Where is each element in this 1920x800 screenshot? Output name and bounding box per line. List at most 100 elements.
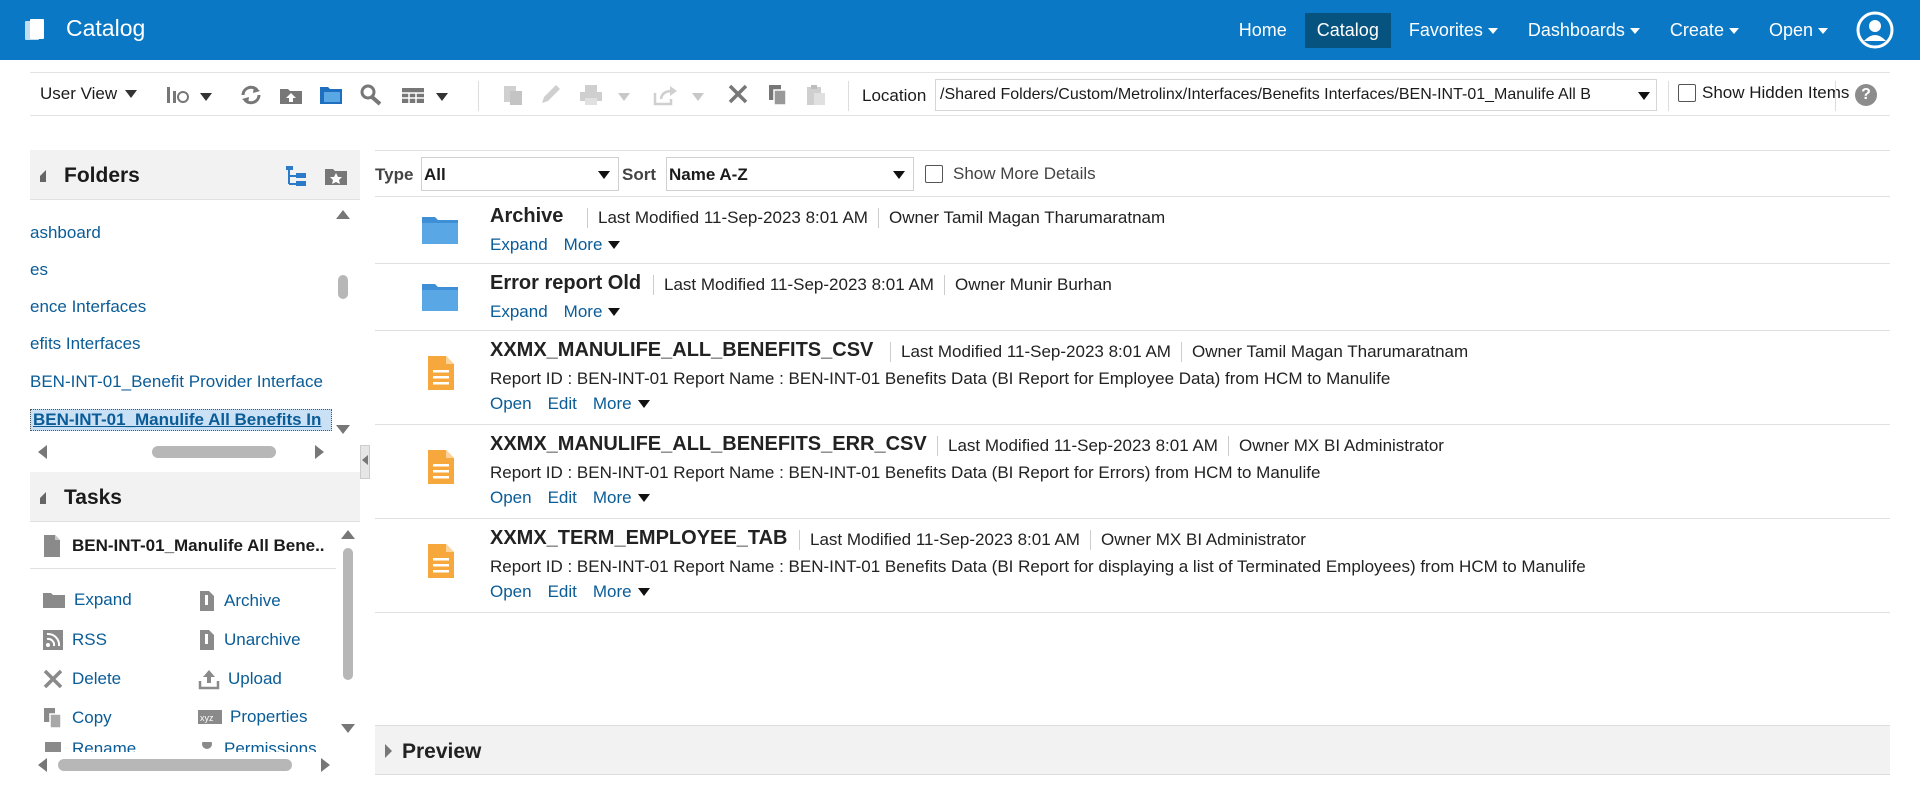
nav-create[interactable]: Create [1658,13,1751,48]
user-view-dropdown[interactable]: User View [40,84,138,104]
scroll-up-arrow-icon[interactable] [336,210,350,219]
chevron-down-icon[interactable] [692,93,704,101]
folders-panel-header[interactable]: Folders [30,150,360,200]
collapse-pane-arrow-icon[interactable] [362,455,368,465]
scroll-right-arrow-icon[interactable] [315,445,324,459]
print-icon[interactable] [578,83,604,107]
tasks-horizontal-scrollbar[interactable] [58,759,292,771]
tasks-vertical-scrollbar[interactable] [341,524,355,744]
catalog-toolbar: User View Location /Shared Folders/Custo… [30,72,1890,116]
more-menu[interactable]: More [564,302,621,322]
nav-open[interactable]: Open [1757,13,1840,48]
tree-item[interactable]: efits Interfaces [30,334,141,354]
item-name[interactable]: XXMX_MANULIFE_ALL_BENEFITS_CSV [490,339,873,362]
tasks-panel-header[interactable]: Tasks [30,472,360,522]
show-more-details-checkbox[interactable] [925,165,943,183]
copy-icon[interactable] [765,83,791,107]
task-copy[interactable]: Copy [42,707,112,729]
search-icon[interactable] [358,83,384,107]
chevron-down-icon [608,241,621,249]
tree-item[interactable]: es [30,260,48,280]
meta-separator [890,342,891,362]
pane-splitter[interactable] [360,445,370,479]
folder-tree-icon[interactable] [284,164,308,188]
toolbar-divider [478,81,479,111]
paste-icon[interactable] [803,83,829,107]
edit-link[interactable]: Edit [548,488,577,508]
expand-link[interactable]: Expand [490,235,548,255]
folder-tree-horizontal-scrollbar[interactable] [152,446,276,458]
task-upload[interactable]: Upload [198,668,282,690]
scrollbar-thumb[interactable] [343,548,353,680]
tree-item[interactable]: ashboard [30,223,101,243]
refresh-icon[interactable] [238,83,264,107]
task-unarchive[interactable]: Unarchive [198,629,301,651]
more-menu[interactable]: More [564,235,621,255]
task-expand[interactable]: Expand [42,590,132,610]
open-link[interactable]: Open [490,582,532,602]
open-link[interactable]: Open [490,488,532,508]
tree-item[interactable]: ence Interfaces [30,297,146,317]
chevron-down-icon[interactable] [200,93,212,101]
delete-x-icon[interactable] [725,83,751,107]
sort-select[interactable]: Name A-Z [666,157,914,191]
task-rename[interactable]: Rename [42,742,136,752]
nav-dashboards[interactable]: Dashboards [1516,13,1652,48]
edit-link[interactable]: Edit [548,394,577,414]
scroll-left-arrow-icon[interactable] [38,445,47,459]
global-nav: Home Catalog Favorites Dashboards Create… [1227,0,1920,60]
more-menu[interactable]: More [593,488,650,508]
task-rss[interactable]: RSS [42,629,107,651]
item-name[interactable]: XXMX_MANULIFE_ALL_BENEFITS_ERR_CSV [490,433,927,456]
edit-pencil-icon[interactable] [538,83,564,107]
item-name[interactable]: Error report Old [490,272,641,295]
chevron-down-icon[interactable] [436,93,448,101]
collapse-triangle-icon[interactable] [40,170,46,182]
folder-up-icon[interactable] [278,83,304,107]
show-hidden-items-checkbox[interactable] [1678,84,1696,102]
item-name[interactable]: Archive [490,205,563,228]
tree-item[interactable]: BEN-INT-01_Benefit Provider Interface [30,372,323,392]
collapse-triangle-icon[interactable] [40,492,46,504]
item-actions: Open Edit More [490,394,650,414]
nav-home[interactable]: Home [1227,13,1299,48]
nav-catalog[interactable]: Catalog [1304,12,1391,48]
scrollbar-thumb[interactable] [338,275,348,299]
type-select[interactable]: All [421,157,619,191]
preview-panel-header[interactable]: Preview [375,725,1890,775]
open-link[interactable]: Open [490,394,532,414]
item-description: Report ID : BEN-INT-01 Report Name : BEN… [490,369,1391,388]
share-export-icon[interactable] [652,83,678,107]
view-options-icon[interactable] [165,83,191,107]
location-path-dropdown[interactable]: /Shared Folders/Custom/Metrolinx/Interfa… [935,79,1657,111]
more-menu[interactable]: More [593,582,650,602]
nav-favorites[interactable]: Favorites [1397,13,1510,48]
scroll-down-arrow-icon[interactable] [336,425,350,434]
chevron-down-icon[interactable] [618,93,630,101]
item-metadata: Last Modified 11-Sep-2023 8:01 AM Owner … [890,342,1468,362]
scroll-right-arrow-icon[interactable] [321,758,330,772]
scroll-up-arrow-icon[interactable] [341,530,355,539]
task-delete[interactable]: Delete [42,668,121,690]
tree-item-selected[interactable]: BEN-INT-01_Manulife All Benefits In [30,409,332,431]
scroll-down-arrow-icon[interactable] [341,724,355,733]
expand-link[interactable]: Expand [490,302,548,322]
more-label: More [592,488,632,507]
show-more-details-toggle[interactable]: Show More Details [925,164,1096,184]
expand-triangle-icon[interactable] [385,744,392,758]
favorite-folder-icon[interactable] [323,164,349,188]
new-folder-icon[interactable] [318,83,344,107]
item-name[interactable]: XXMX_TERM_EMPLOYEE_TAB [490,527,787,550]
user-avatar-icon[interactable] [1856,11,1894,49]
move-icon[interactable] [500,83,526,107]
task-permissions[interactable]: Permissions [198,742,317,752]
folder-tree-vertical-scrollbar[interactable] [336,200,350,440]
more-menu[interactable]: More [593,394,650,414]
task-archive[interactable]: Archive [198,590,281,612]
show-hidden-items-toggle[interactable]: Show Hidden Items [1678,83,1849,103]
table-view-icon[interactable] [400,83,426,107]
edit-link[interactable]: Edit [548,582,577,602]
task-properties[interactable]: xyz Properties [198,707,307,727]
help-icon[interactable]: ? [1855,84,1877,106]
scroll-left-arrow-icon[interactable] [38,758,47,772]
